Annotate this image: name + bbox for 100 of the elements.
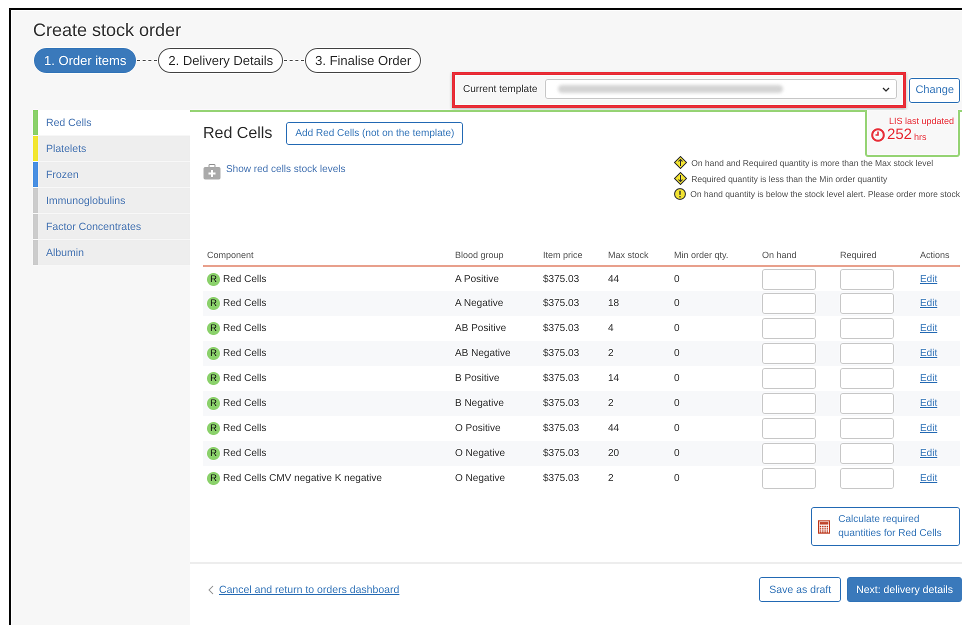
component-badge: R bbox=[207, 422, 220, 435]
sidebar-item[interactable]: Albumin bbox=[33, 240, 190, 265]
table-cell: 0 bbox=[670, 316, 758, 341]
table-cell: O Negative bbox=[451, 466, 539, 491]
edit-link[interactable]: Edit bbox=[920, 398, 938, 409]
save-draft-button[interactable]: Save as draft bbox=[759, 577, 842, 602]
step-tab[interactable]: 2. Delivery Details bbox=[158, 48, 284, 73]
next-button[interactable]: Next: delivery details bbox=[847, 577, 962, 602]
required-field[interactable] bbox=[840, 268, 894, 290]
table-cell: 44 bbox=[604, 416, 670, 441]
required-field[interactable] bbox=[840, 468, 894, 489]
table-cell: Red Cells bbox=[223, 423, 266, 434]
medical-kit-icon bbox=[203, 164, 221, 180]
table-cell: 0 bbox=[670, 341, 758, 366]
table-cell: 2 bbox=[604, 391, 670, 416]
table-cell: $375.03 bbox=[539, 416, 604, 441]
component-badge: R bbox=[207, 322, 220, 335]
sidebar-item[interactable]: Immunoglobulins bbox=[33, 188, 190, 213]
table-cell: Red Cells CMV negative K negative bbox=[223, 473, 382, 484]
table-cell: $375.03 bbox=[539, 391, 604, 416]
component-badge: R bbox=[207, 372, 220, 385]
edit-link[interactable]: Edit bbox=[920, 373, 938, 384]
component-badge: R bbox=[207, 272, 220, 286]
step-tab[interactable]: 1. Order items bbox=[34, 48, 136, 73]
table-cell: $375.03 bbox=[539, 316, 604, 341]
table-cell: 0 bbox=[670, 366, 758, 391]
sidebar-item[interactable]: Platelets bbox=[33, 136, 190, 161]
table-cell: 0 bbox=[670, 416, 758, 441]
required-field[interactable] bbox=[840, 443, 894, 464]
template-select[interactable] bbox=[545, 79, 898, 99]
edit-link[interactable]: Edit bbox=[920, 473, 938, 484]
table-cell: 14 bbox=[604, 366, 670, 391]
table-cell: B Positive bbox=[451, 366, 539, 391]
on-hand-field[interactable] bbox=[762, 318, 816, 339]
edit-link[interactable]: Edit bbox=[920, 298, 938, 309]
table-cell: B Negative bbox=[451, 391, 539, 416]
stock-levels-link[interactable]: Show red cells stock levels bbox=[203, 164, 346, 180]
lis-hours: 252 bbox=[887, 126, 912, 143]
table-cell: 0 bbox=[670, 291, 758, 316]
required-field[interactable] bbox=[840, 293, 894, 314]
change-button[interactable]: Change bbox=[909, 78, 960, 102]
legend-text: On hand quantity is below the stock level alert. Please order more stock bbox=[690, 189, 960, 199]
component-badge: R bbox=[207, 347, 220, 360]
edit-link[interactable]: Edit bbox=[920, 274, 938, 284]
step-tab[interactable]: 3. Finalise Order bbox=[305, 48, 422, 73]
on-hand-field[interactable] bbox=[762, 343, 816, 364]
edit-link[interactable]: Edit bbox=[920, 323, 938, 334]
component-badge: R bbox=[207, 447, 220, 460]
legend-text: Required quantity is less than the Min order quantity bbox=[691, 174, 888, 184]
up-arrow-warning-icon bbox=[674, 156, 688, 169]
table-cell: 0 bbox=[670, 441, 758, 466]
required-field[interactable] bbox=[840, 343, 894, 364]
sidebar-item[interactable]: Red Cells bbox=[33, 110, 190, 135]
edit-link[interactable]: Edit bbox=[920, 448, 938, 459]
table-cell: 44 bbox=[604, 266, 670, 291]
on-hand-field[interactable] bbox=[762, 418, 816, 439]
cancel-link[interactable]: Cancel and return to orders dashboard bbox=[208, 584, 400, 596]
edit-link[interactable]: Edit bbox=[920, 348, 938, 359]
table-cell: Red Cells bbox=[223, 373, 266, 384]
sidebar-item[interactable]: Factor Concentrates bbox=[33, 214, 190, 239]
table-cell: 0 bbox=[670, 266, 758, 291]
on-hand-field[interactable] bbox=[762, 368, 816, 389]
table-cell: $375.03 bbox=[539, 366, 604, 391]
table-cell: O Negative bbox=[451, 441, 539, 466]
calculate-button[interactable]: Calculate required quantities for Red Cells bbox=[811, 507, 960, 546]
component-badge: R bbox=[207, 472, 220, 485]
on-hand-field[interactable] bbox=[762, 268, 816, 290]
component-badge: R bbox=[207, 297, 220, 310]
table-cell: $375.03 bbox=[539, 341, 604, 366]
on-hand-field[interactable] bbox=[762, 468, 816, 489]
table-cell: O Positive bbox=[451, 416, 539, 441]
alert-icon bbox=[674, 188, 686, 200]
table-cell: Red Cells bbox=[223, 448, 266, 459]
table-cell: Red Cells bbox=[223, 274, 266, 284]
required-field[interactable] bbox=[840, 368, 894, 389]
on-hand-field[interactable] bbox=[762, 293, 816, 314]
table-cell: AB Positive bbox=[451, 316, 539, 341]
section-title: Red Cells bbox=[203, 124, 272, 142]
table-cell: $375.03 bbox=[539, 466, 604, 491]
component-badge: R bbox=[207, 397, 220, 410]
table-cell: $375.03 bbox=[539, 291, 604, 316]
sidebar-item[interactable]: Frozen bbox=[33, 162, 190, 187]
required-field[interactable] bbox=[840, 318, 894, 339]
add-button[interactable]: Add Red Cells (not on the template) bbox=[286, 122, 464, 145]
edit-link[interactable]: Edit bbox=[920, 423, 938, 434]
chevron-down-icon bbox=[882, 86, 890, 92]
required-field[interactable] bbox=[840, 393, 894, 414]
required-field[interactable] bbox=[840, 418, 894, 439]
on-hand-field[interactable] bbox=[762, 443, 816, 464]
on-hand-field[interactable] bbox=[762, 393, 816, 414]
table-cell: $375.03 bbox=[539, 266, 604, 291]
table-cell: 0 bbox=[670, 391, 758, 416]
template-label: Current template bbox=[462, 84, 538, 94]
table-cell: A Negative bbox=[451, 291, 539, 316]
table-cell: 2 bbox=[604, 466, 670, 491]
table-cell: 18 bbox=[604, 291, 670, 316]
lis-label: LIS last updated bbox=[888, 116, 954, 126]
table-cell: Red Cells bbox=[223, 298, 266, 309]
down-arrow-warning-icon bbox=[674, 172, 688, 185]
table-cell: 20 bbox=[604, 441, 670, 466]
